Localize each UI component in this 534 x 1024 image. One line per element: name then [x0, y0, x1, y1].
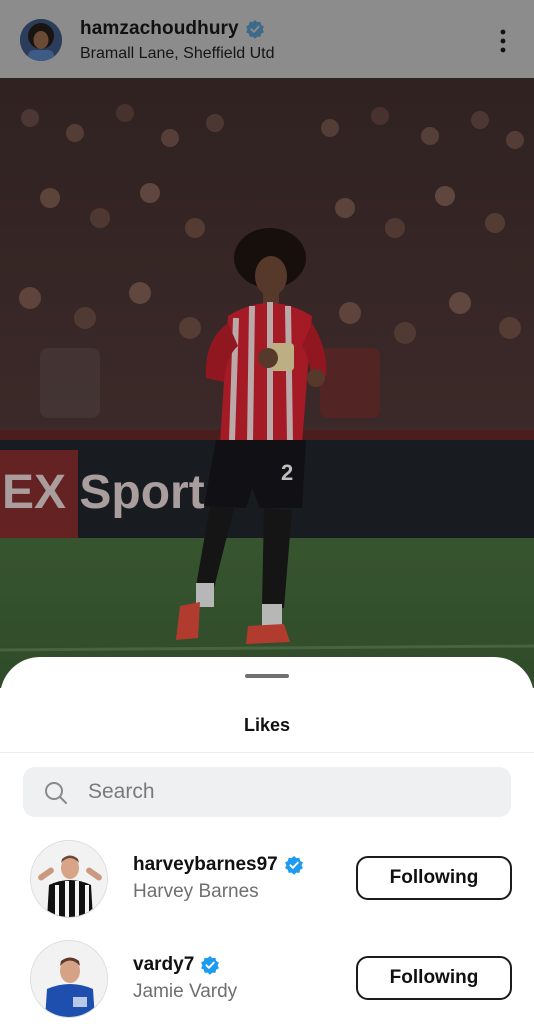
- search-icon: [45, 782, 67, 804]
- author-name-row: hamzachoudhury: [80, 17, 265, 41]
- post-likes-screen: hamzachoudhury Bramall Lane, Sheffield U…: [0, 0, 534, 1024]
- liker-row[interactable]: harveybarnes97 Harvey Barnes Following: [0, 840, 534, 930]
- more-vertical-icon[interactable]: [490, 26, 516, 56]
- author-username[interactable]: hamzachoudhury: [80, 18, 239, 40]
- verified-badge-icon: [245, 20, 264, 39]
- following-button[interactable]: Following: [356, 856, 512, 900]
- liker-full-name: Harvey Barnes: [133, 881, 259, 902]
- verified-badge-icon: [284, 856, 303, 875]
- post-location[interactable]: Bramall Lane, Sheffield Utd: [80, 45, 274, 63]
- search-bar[interactable]: [23, 767, 511, 817]
- following-button[interactable]: Following: [356, 956, 512, 1000]
- liker-username[interactable]: vardy7: [133, 954, 194, 976]
- search-input[interactable]: [88, 767, 488, 817]
- avatar[interactable]: [30, 840, 108, 918]
- liker-name-row: harveybarnes97: [133, 854, 304, 876]
- sheet-drag-handle[interactable]: [245, 674, 289, 678]
- sheet-title: Likes: [243, 715, 291, 735]
- liker-full-name: Jamie Vardy: [133, 981, 238, 1002]
- liker-row[interactable]: vardy7 Jamie Vardy Following: [0, 940, 534, 1024]
- liker-name-row: vardy7: [133, 954, 220, 976]
- likes-sheet: Likes Search harveybarnes97 Harvey Barne…: [0, 657, 534, 1024]
- sheet-divider: [0, 752, 534, 753]
- post-header: hamzachoudhury Bramall Lane, Sheffield U…: [0, 0, 534, 78]
- verified-badge-icon: [201, 956, 220, 975]
- author-avatar[interactable]: [20, 19, 62, 61]
- liker-username[interactable]: harveybarnes97: [133, 854, 278, 876]
- football-player-photo: EX Sport 2: [0, 78, 534, 688]
- avatar[interactable]: [30, 940, 108, 1018]
- post-photo[interactable]: EX Sport 2: [0, 78, 534, 688]
